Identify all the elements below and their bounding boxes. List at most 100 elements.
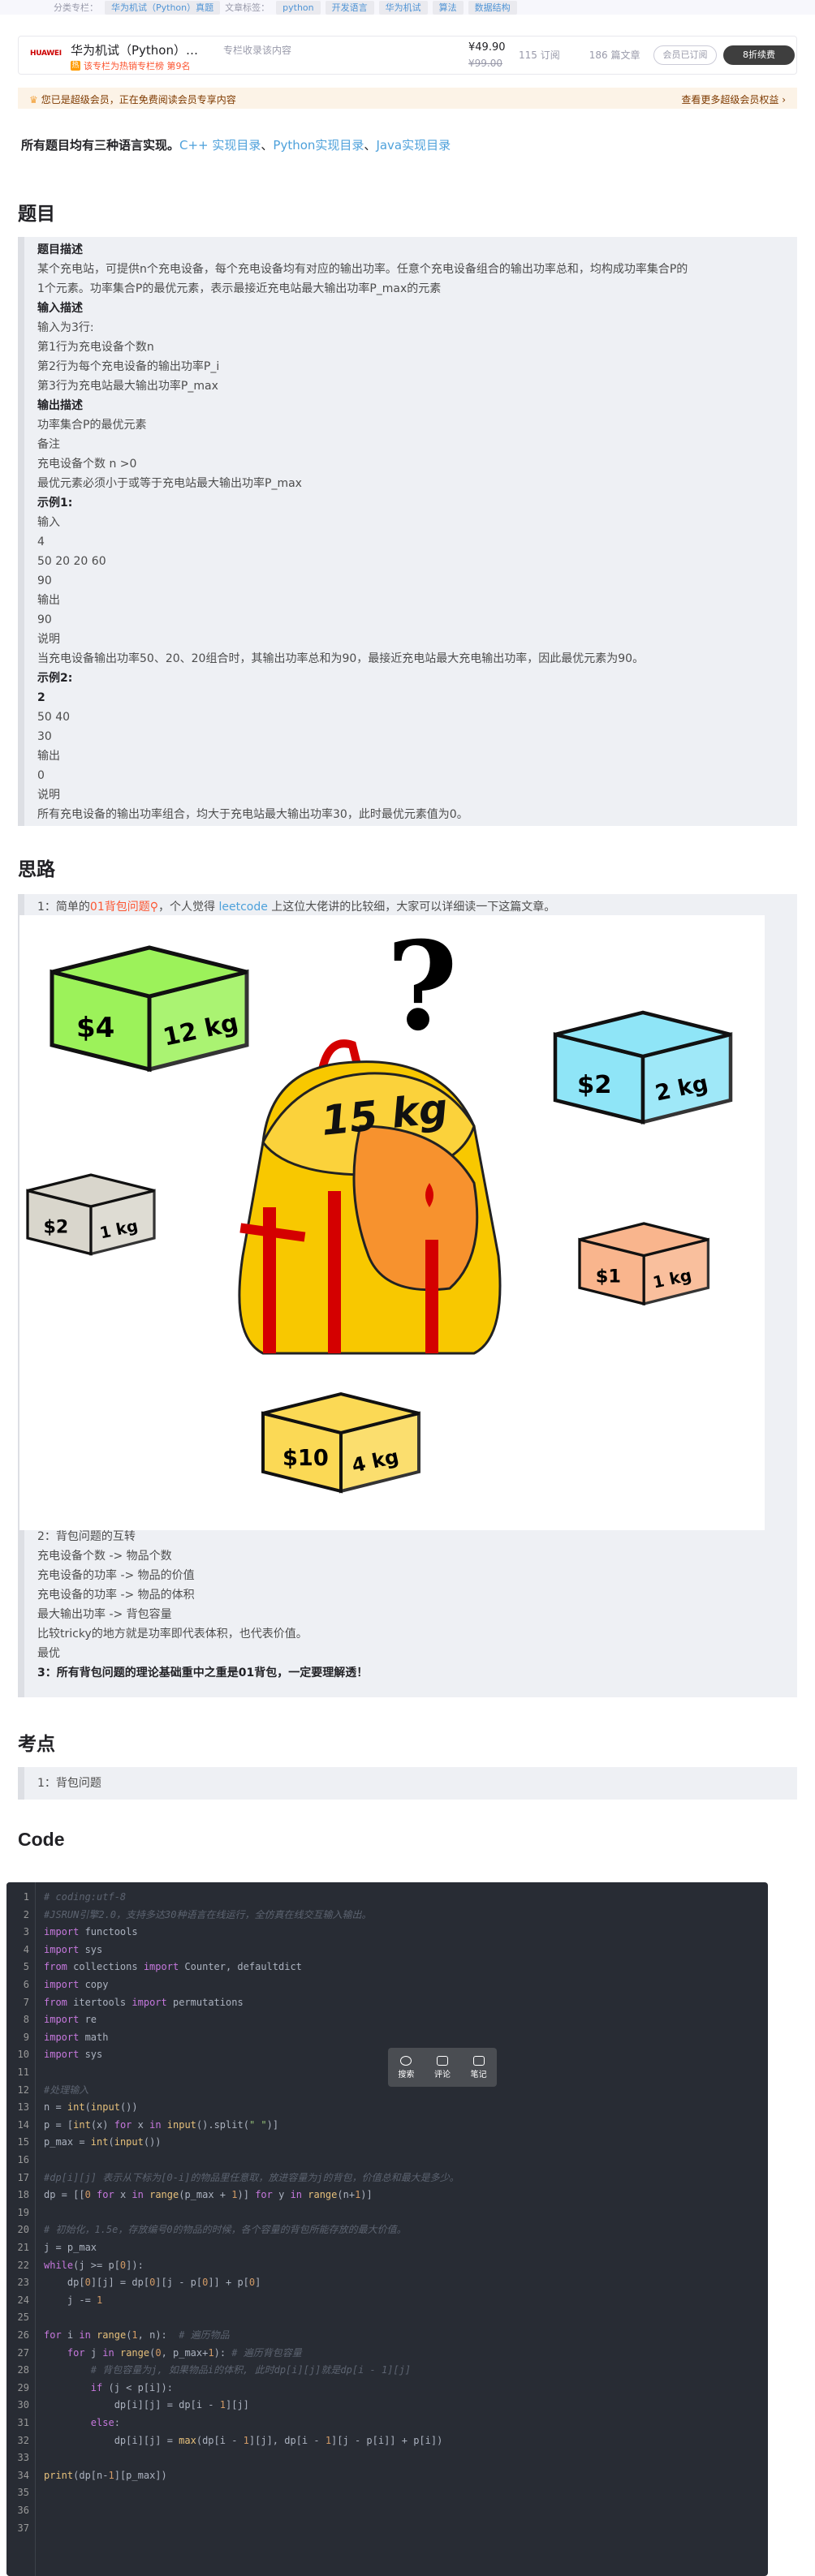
problem-line: 示例2: — [37, 672, 73, 685]
code-line: 16 — [6, 2152, 768, 2170]
problem-line: 当充电设备输出功率50、20、20组合时，其输出功率总和为90，最接近充电站最大… — [37, 652, 645, 665]
line-number: 12 — [17, 2084, 29, 2096]
note-icon — [472, 2055, 485, 2066]
item-box: $4 12 kg — [50, 945, 249, 1073]
code-line: 10 import sys — [6, 2046, 768, 2064]
line-number: 16 — [17, 2154, 29, 2165]
vip-banner: ♛ 您已是超级会员，正在免费阅读会员专享内容 查看更多超级会员权益 › — [18, 88, 797, 109]
problem-line: 说明 — [37, 789, 60, 802]
problem-line: 50 20 20 60 — [37, 555, 106, 568]
huawei-logo: HUAWEI — [30, 49, 62, 58]
problem-line: 第2行为每个充电设备的输出功率P_i — [37, 360, 220, 373]
box-price: $2 — [577, 1071, 612, 1099]
line-number: 32 — [17, 2434, 29, 2446]
point-item: 1：背包问题 — [37, 1777, 101, 1790]
code-line: 32 dp[i][j] = max(dp[i - 1][j], dp[i - 1… — [6, 2432, 768, 2450]
idea-line: 最大输出功率 -> 背包容量 — [37, 1608, 172, 1621]
line-number: 34 — [17, 2469, 29, 2481]
line-number: 22 — [17, 2259, 29, 2271]
knapsack-link[interactable]: 01背包问题 — [90, 901, 150, 914]
search-button[interactable]: 搜索 — [398, 2055, 414, 2079]
tag-algorithm[interactable]: 算法 — [432, 0, 464, 15]
cpp-link[interactable]: C++ 实现目录 — [179, 138, 261, 153]
code-line: 5 from collections import Counter, defaul… — [6, 1959, 768, 1976]
line-number: 30 — [17, 2399, 29, 2411]
tag-label: 文章标签： — [225, 2, 270, 13]
code-line: 20 # 初始化，1.5e，存放编号0的物品的时候，各个容量的背包所能存放的最大价… — [6, 2221, 768, 2239]
problem-line: 第3行为充电站最大输出功率P_max — [37, 380, 218, 393]
column-card[interactable]: HUAWEI 华为机试（Python）… 专栏收录该内容 热 该专栏为热销专栏榜… — [18, 36, 797, 75]
problem-line: 最优元素必须小于或等于充电站最大输出功率P_max — [37, 477, 302, 490]
tag-python[interactable]: python — [276, 0, 321, 15]
tag-data-structure[interactable]: 数据结构 — [468, 0, 517, 15]
column-price: ¥49.90 — [468, 41, 506, 54]
code-line: 25 — [6, 2309, 768, 2327]
code-line: 4 import sys — [6, 1942, 768, 1959]
renew-button[interactable]: 8折续费 — [723, 45, 795, 65]
code-line: 12 #处理输入 — [6, 2082, 768, 2100]
line-number: 13 — [17, 2101, 29, 2114]
line-number: 9 — [23, 2031, 29, 2043]
idea-line: 比较tricky的地方就是功率即代表体积，也代表价值。 — [37, 1628, 308, 1641]
code-line: 3 import functools — [6, 1924, 768, 1942]
leetcode-link[interactable]: leetcode — [218, 901, 267, 914]
line-number: 19 — [17, 2206, 29, 2218]
problem-line: 30 — [37, 730, 52, 743]
column-stats: 115 订阅 186 篇文章 — [519, 48, 640, 62]
knapsack-illustration: ? 15 kg $4 12 kg $2 2 kg $2 1 kg $1 1 kg $10 4 kg — [19, 915, 765, 1530]
line-number: 26 — [17, 2329, 29, 2341]
box-price: $4 — [76, 1012, 114, 1044]
code-line: 18 dp = [[0 for x in range(p_max + 1)] fo… — [6, 2187, 768, 2204]
problem-line: 某个充电站，可提供n个充电设备，每个充电设备均有对应的输出功率。任意个充电设备组… — [37, 263, 688, 276]
line-number: 35 — [17, 2487, 29, 2499]
code-line: 31 else: — [6, 2415, 768, 2432]
line-number: 17 — [17, 2171, 29, 2183]
comment-icon — [436, 2055, 448, 2066]
search-icon — [400, 2055, 412, 2066]
subscribed-button[interactable]: 会员已订阅 — [653, 45, 717, 65]
item-box: $10 4 kg — [261, 1391, 421, 1494]
python-link[interactable]: Python实现目录 — [273, 138, 364, 153]
vip-more-link[interactable]: 查看更多超级会员权益 › — [681, 92, 786, 106]
code-line: 22 while(j >= p[0]): — [6, 2257, 768, 2275]
code-line: 30 dp[i][j] = dp[i - 1][j] — [6, 2397, 768, 2415]
column-title[interactable]: 华为机试（Python）… — [71, 41, 198, 58]
column-tag[interactable]: 华为机试（Python）真题 — [105, 0, 221, 15]
idea-line: 最优 — [37, 1647, 60, 1660]
search-icon[interactable]: ⚲ — [150, 901, 158, 914]
problem-line: 充电设备个数 n >0 — [37, 458, 137, 471]
problem-description: 题目描述 某个充电站，可提供n个充电设备，每个充电设备均有对应的输出功率。任意个充… — [18, 237, 797, 826]
java-link[interactable]: Java实现目录 — [376, 138, 451, 153]
line-number: 25 — [17, 2312, 29, 2324]
column-badge: 热 该专栏为热销专栏榜 第9名 — [71, 59, 191, 71]
intro-line: 所有题目均有三种语言实现。C++ 实现目录、Python实现目录、Java实现目… — [21, 136, 451, 153]
line-number: 8 — [23, 2014, 29, 2026]
problem-line: 4 — [37, 535, 45, 548]
code-line: 26 for i in range(1, n): # 遍历物品 — [6, 2327, 768, 2345]
column-label: 分类专栏： — [54, 2, 98, 13]
tag-huawei[interactable]: 华为机试 — [378, 0, 428, 15]
code-line: 6 import copy — [6, 1976, 768, 1994]
idea-lines: 2：背包问题的互转 充电设备个数 -> 物品个数 充电设备的功率 -> 物品的价值充… — [37, 1527, 768, 1683]
code-line: 27 for j in range(0, p_max+1): # 遍历背包容量 — [6, 2345, 768, 2363]
problem-line: 说明 — [37, 633, 60, 646]
problem-line: 0 — [37, 769, 45, 782]
box-price: $2 — [44, 1217, 69, 1238]
line-number: 5 — [23, 1961, 29, 1973]
code-line: 11 — [6, 2064, 768, 2082]
line-number: 20 — [17, 2224, 29, 2236]
note-button[interactable]: 笔记 — [471, 2055, 487, 2079]
line-number: 31 — [17, 2417, 29, 2428]
intro-sep: 、 — [364, 138, 377, 153]
tag-language[interactable]: 开发语言 — [325, 0, 374, 15]
heading-problem: 题目 — [18, 203, 55, 224]
comment-button[interactable]: 评论 — [434, 2055, 451, 2079]
code-line: 14 p = [int(x) for x in input().split(" "… — [6, 2117, 768, 2135]
idea-line: 3：所有背包问题的理论基础重中之重是01背包，一定要理解透！ — [37, 1666, 369, 1679]
subscriber-count: 115 订阅 — [519, 49, 560, 61]
code-line: 1 # coding:utf-8 — [6, 1889, 768, 1907]
idea-line: 充电设备个数 -> 物品个数 — [37, 1550, 172, 1563]
line-number: 33 — [17, 2452, 29, 2464]
code-line: 28 # 背包容量为j, 如果物品i的体积, 此时dp[i][j]就是dp[i … — [6, 2362, 768, 2380]
code-line: 8 import re — [6, 2011, 768, 2029]
